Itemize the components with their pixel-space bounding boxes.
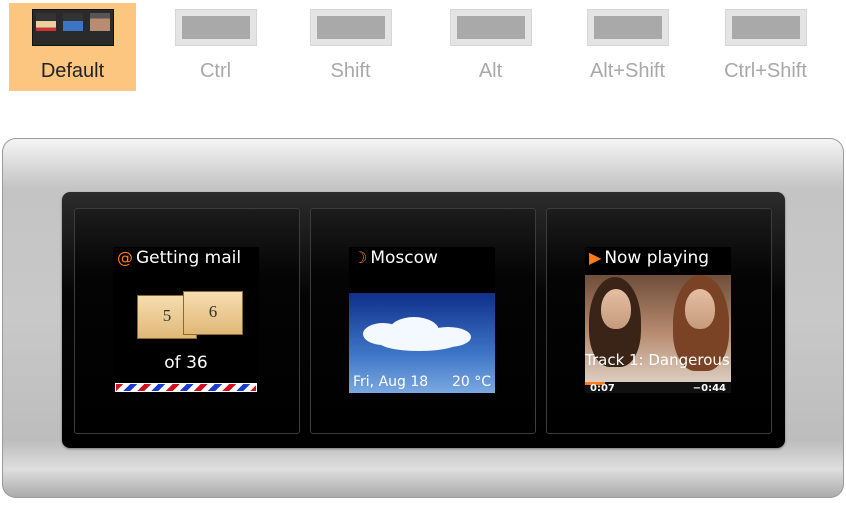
mail-count: of 36 [164, 353, 208, 373]
tab-label: Ctrl+Shift [724, 60, 807, 82]
tab-label: Ctrl [199, 60, 232, 82]
remaining-time: −0:44 [692, 383, 726, 393]
mail-screen: @ Getting mail 5 6 of 36 [113, 247, 259, 393]
key-weather[interactable]: ☽ Moscow Fri, Aug 18 20 °C [310, 208, 536, 434]
envelope-icon: 6 [183, 291, 243, 335]
track-name: Track 1: Dangerous [585, 351, 730, 369]
tab-label: Default [40, 60, 105, 82]
mail-title: @ Getting mail [117, 248, 241, 268]
tab-label: Alt+Shift [589, 60, 666, 82]
shift-thumbnail [310, 9, 392, 46]
airmail-stripe [115, 383, 257, 392]
tab-default[interactable]: Default [9, 3, 136, 91]
alt-thumbnail [450, 9, 532, 46]
weather-date: Fri, Aug 18 [353, 374, 429, 390]
key-music[interactable]: ▶ Now playing Track 1: Dangerous 0:07 −0:… [546, 208, 772, 434]
weather-temperature: 20 °C [451, 374, 491, 390]
default-thumbnail [32, 9, 114, 46]
play-icon: ▶ [589, 248, 602, 267]
tab-alt[interactable]: Alt [427, 3, 554, 91]
music-title: ▶ Now playing [589, 248, 709, 268]
tab-shift[interactable]: Shift [287, 3, 414, 91]
weather-screen: ☽ Moscow Fri, Aug 18 20 °C [349, 247, 495, 393]
ctrl-shift-thumbnail [725, 9, 807, 46]
alt-shift-thumbnail [587, 9, 669, 46]
key-mail[interactable]: @ Getting mail 5 6 of 36 [74, 208, 300, 434]
playback-progress: 0:07 −0:44 [585, 382, 731, 393]
music-mini-icon [90, 13, 110, 31]
tab-ctrl-shift[interactable]: Ctrl+Shift [702, 3, 829, 91]
tab-ctrl[interactable]: Ctrl [152, 3, 279, 91]
at-icon: @ [117, 248, 133, 267]
weather-title: ☽ Moscow [353, 248, 438, 268]
mail-mini-icon [36, 13, 56, 31]
envelope-front-number: 6 [208, 302, 218, 321]
weather-info: Fri, Aug 18 20 °C [353, 374, 491, 390]
moon-icon: ☽ [353, 248, 368, 267]
now-playing-text: Now playing [604, 248, 710, 268]
mail-title-text: Getting mail [136, 248, 242, 268]
tab-alt-shift[interactable]: Alt+Shift [564, 3, 691, 91]
modifier-tabs: Default Ctrl Shift Alt Alt+Shift Ctrl+Sh… [0, 0, 846, 95]
city-name: Moscow [370, 248, 438, 268]
music-screen: ▶ Now playing Track 1: Dangerous 0:07 −0:… [585, 247, 731, 393]
tab-label: Shift [330, 60, 371, 82]
album-photo [585, 275, 731, 393]
display-bezel: @ Getting mail 5 6 of 36 ☽ Moscow Fri, A… [62, 192, 785, 448]
elapsed-time: 0:07 [590, 383, 615, 393]
weather-mini-icon [63, 13, 83, 31]
tab-label: Alt [478, 60, 503, 82]
ctrl-thumbnail [175, 9, 257, 46]
keyboard-device: @ Getting mail 5 6 of 36 ☽ Moscow Fri, A… [2, 138, 844, 498]
